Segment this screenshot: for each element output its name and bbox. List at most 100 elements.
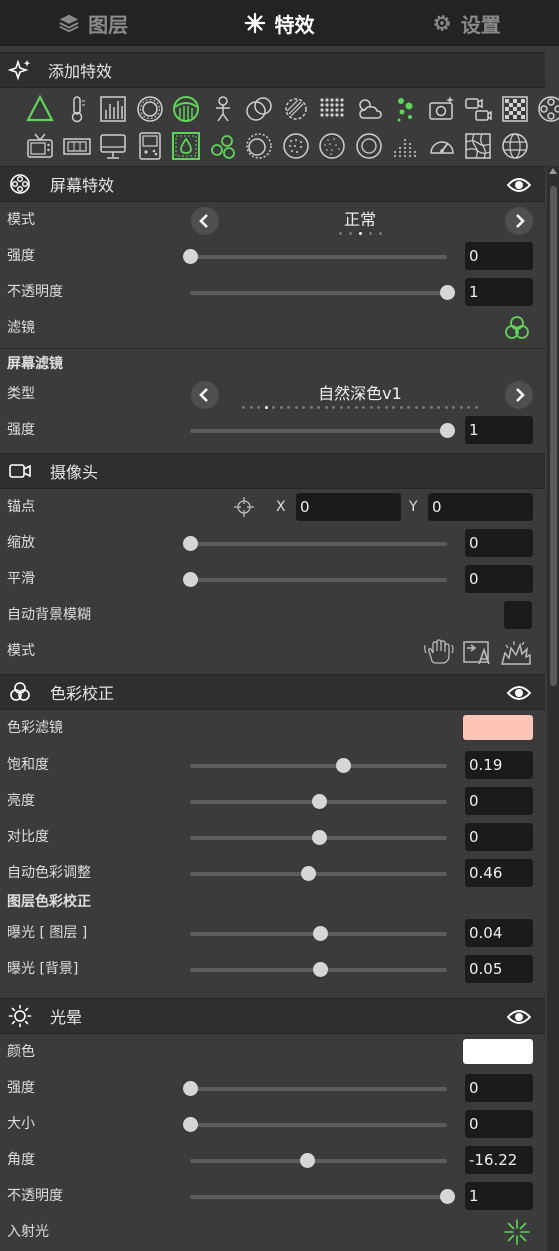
saturation-slider[interactable] bbox=[190, 758, 447, 773]
eye-icon[interactable] bbox=[507, 683, 531, 703]
camera-header[interactable]: 摄像头 bbox=[0, 453, 545, 489]
mode-prev-button[interactable] bbox=[191, 207, 219, 235]
halo-color-swatch[interactable] bbox=[463, 1039, 533, 1064]
filter-strength-slider[interactable] bbox=[190, 423, 455, 438]
zoom-input[interactable]: 0 bbox=[465, 529, 533, 557]
halo-opacity-input[interactable]: 1 bbox=[465, 1182, 533, 1210]
effect-ring-circle[interactable] bbox=[351, 127, 388, 164]
effect-dot-grid[interactable] bbox=[314, 90, 351, 127]
auto-color-slider[interactable] bbox=[190, 866, 447, 881]
slider-handle[interactable] bbox=[335, 758, 351, 773]
type-prev-button[interactable] bbox=[191, 381, 219, 409]
halo-angle-slider[interactable] bbox=[190, 1153, 447, 1168]
mode-next-button[interactable] bbox=[505, 207, 533, 235]
halo-strength-input[interactable]: 0 bbox=[465, 1074, 533, 1102]
auto-blur-checkbox[interactable] bbox=[504, 601, 532, 629]
effect-green-dots[interactable] bbox=[387, 90, 424, 127]
effect-cloud-sun[interactable] bbox=[351, 90, 388, 127]
effect-video-switch[interactable] bbox=[460, 90, 497, 127]
exposure-layer-slider[interactable] bbox=[190, 926, 447, 941]
color-circles-icon[interactable] bbox=[503, 314, 531, 342]
effect-water-drop[interactable] bbox=[168, 127, 205, 164]
saturation-input[interactable]: 0.19 bbox=[465, 751, 533, 779]
effect-dot-bars[interactable] bbox=[387, 127, 424, 164]
effect-dotted-circle[interactable] bbox=[278, 127, 315, 164]
screen-strength-slider[interactable] bbox=[183, 249, 447, 264]
slider-handle[interactable] bbox=[183, 572, 198, 587]
brightness-slider[interactable] bbox=[190, 794, 447, 809]
effect-camera-sparkle[interactable] bbox=[424, 90, 461, 127]
effect-color-circles[interactable] bbox=[205, 127, 242, 164]
halo-size-input[interactable]: 0 bbox=[465, 1110, 533, 1138]
tab-settings[interactable]: 设置 bbox=[373, 0, 559, 46]
contrast-slider[interactable] bbox=[190, 830, 447, 845]
contrast-input[interactable]: 0 bbox=[465, 823, 533, 851]
effect-film-strip[interactable] bbox=[59, 127, 96, 164]
slider-handle[interactable] bbox=[183, 536, 198, 551]
slider-handle[interactable] bbox=[301, 866, 317, 881]
scroll-up-arrow[interactable] bbox=[549, 168, 557, 174]
slider-handle[interactable] bbox=[312, 962, 328, 977]
tab-effects[interactable]: 特效 bbox=[186, 0, 372, 46]
effect-tv[interactable] bbox=[22, 127, 59, 164]
color-filter-swatch[interactable] bbox=[463, 715, 533, 740]
effect-speedometer[interactable] bbox=[424, 127, 461, 164]
effect-half-sphere[interactable] bbox=[168, 90, 205, 127]
eye-icon[interactable] bbox=[507, 175, 531, 195]
smooth-slider[interactable] bbox=[183, 572, 447, 587]
effect-swirl-circle[interactable] bbox=[241, 127, 278, 164]
smooth-input[interactable]: 0 bbox=[465, 565, 533, 593]
exposure-bg-input[interactable]: 0.05 bbox=[465, 955, 533, 983]
halo-header[interactable]: 光晕 bbox=[0, 998, 545, 1034]
slider-handle[interactable] bbox=[183, 249, 198, 264]
exposure-layer-input[interactable]: 0.04 bbox=[465, 919, 533, 947]
slider-handle[interactable] bbox=[299, 1153, 315, 1168]
effect-warp-grid[interactable] bbox=[460, 127, 497, 164]
effect-person[interactable] bbox=[205, 90, 242, 127]
screen-opacity-input[interactable]: 1 bbox=[465, 278, 533, 306]
hand-icon[interactable] bbox=[423, 639, 455, 665]
halo-size-slider[interactable] bbox=[183, 1117, 447, 1132]
halo-angle-input[interactable]: -16.22 bbox=[465, 1146, 533, 1174]
filter-strength-input[interactable]: 1 bbox=[465, 416, 533, 444]
halo-strength-slider[interactable] bbox=[183, 1081, 447, 1096]
slider-handle[interactable] bbox=[440, 423, 455, 438]
slider-handle[interactable] bbox=[312, 926, 328, 941]
type-next-button[interactable] bbox=[505, 381, 533, 409]
effect-thermometer[interactable] bbox=[59, 90, 96, 127]
auto-color-input[interactable]: 0.46 bbox=[465, 859, 533, 887]
slider-handle[interactable] bbox=[311, 794, 327, 809]
effect-noise-circle[interactable] bbox=[314, 127, 351, 164]
tab-layers[interactable]: 图层 bbox=[0, 0, 186, 46]
exposure-bg-slider[interactable] bbox=[190, 962, 447, 977]
slider-handle[interactable] bbox=[311, 830, 327, 845]
effect-handheld[interactable] bbox=[132, 127, 169, 164]
effect-ring[interactable] bbox=[132, 90, 169, 127]
light-burst-icon[interactable] bbox=[503, 1218, 531, 1246]
effect-overlap-circles[interactable] bbox=[241, 90, 278, 127]
anchor-y-input[interactable]: 0 bbox=[428, 493, 533, 521]
color-correction-header[interactable]: 色彩校正 bbox=[0, 674, 545, 710]
shake-burst-icon[interactable] bbox=[500, 639, 532, 665]
eye-icon[interactable] bbox=[507, 1007, 531, 1027]
halo-opacity-slider[interactable] bbox=[190, 1189, 455, 1204]
effect-monitor[interactable] bbox=[95, 127, 132, 164]
screen-strength-input[interactable]: 0 bbox=[465, 242, 533, 270]
effect-film-reel[interactable] bbox=[533, 90, 559, 127]
slider-handle[interactable] bbox=[183, 1081, 198, 1096]
zoom-slider[interactable] bbox=[183, 536, 447, 551]
effect-bars[interactable] bbox=[95, 90, 132, 127]
slider-handle[interactable] bbox=[440, 285, 455, 300]
screen-effects-header[interactable]: 屏幕特效 bbox=[0, 166, 545, 202]
slider-handle[interactable] bbox=[183, 1117, 198, 1132]
brightness-input[interactable]: 0 bbox=[465, 787, 533, 815]
crosshair-icon[interactable] bbox=[233, 496, 255, 518]
effect-globe-grid[interactable] bbox=[497, 127, 534, 164]
auto-frame-icon[interactable] bbox=[462, 639, 494, 665]
effect-checker-grid[interactable] bbox=[497, 90, 534, 127]
effect-triangle[interactable] bbox=[22, 90, 59, 127]
effect-circle-hatch[interactable] bbox=[278, 90, 315, 127]
scrollbar-thumb[interactable] bbox=[550, 186, 557, 686]
anchor-x-input[interactable]: 0 bbox=[296, 493, 401, 521]
slider-handle[interactable] bbox=[440, 1189, 455, 1204]
